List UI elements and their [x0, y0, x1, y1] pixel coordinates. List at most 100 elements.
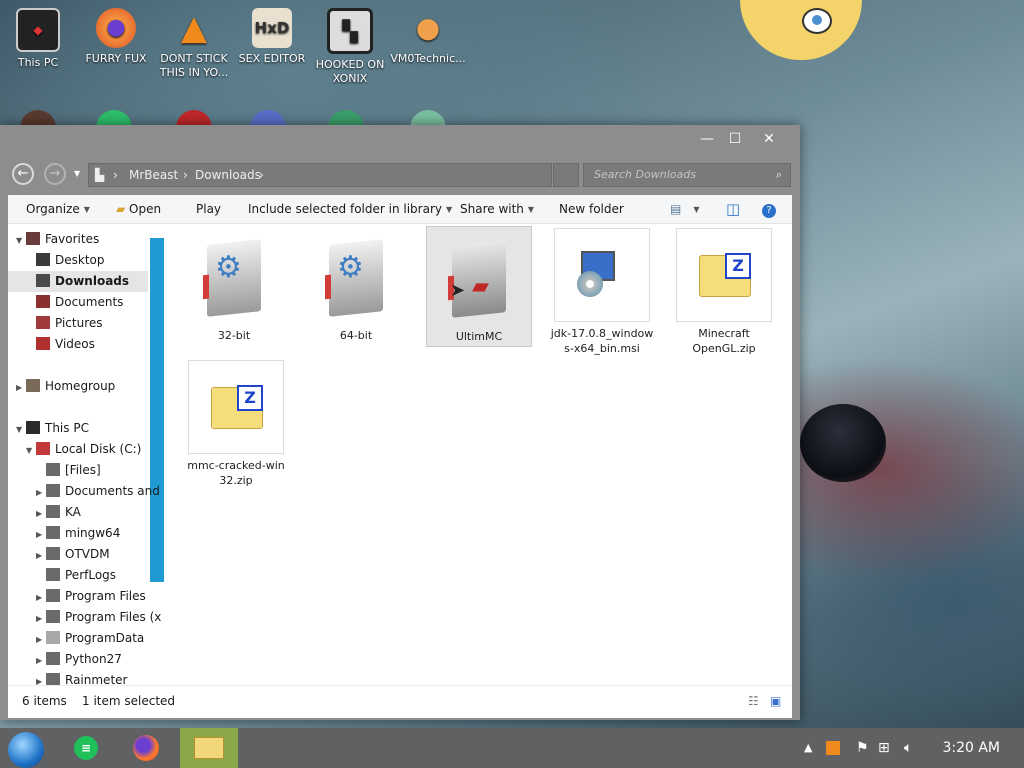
back-button[interactable]: ← [12, 163, 34, 185]
wallpaper-cartoon-character [740, 0, 862, 60]
drive-icon [36, 442, 50, 455]
star-icon [26, 232, 40, 245]
tree-item-ka[interactable]: ▶ KA [36, 502, 156, 523]
desktop-icon-hooked-on-xonix[interactable]: ▚ HOOKED ON XONIX [312, 2, 388, 86]
monitor-icon: ◆ [16, 8, 60, 52]
open-button[interactable]: ▰ Open [116, 195, 161, 223]
play-button[interactable]: Play [196, 195, 221, 223]
tree-item-downloads[interactable]: Downloads [8, 271, 148, 292]
desktop-icon-sex-editor[interactable]: HxD SEX EDITOR [234, 2, 310, 66]
network-icon[interactable]: ⊞ [878, 728, 890, 768]
tree-item-pictures[interactable]: Pictures [36, 313, 146, 334]
hxd-editor-icon: HxD [252, 8, 292, 48]
close-button[interactable]: ✕ [754, 129, 784, 149]
tree-item-local-disk[interactable]: ▼ Local Disk (C:) [26, 439, 156, 460]
preview-pane-icon[interactable]: ◫ [726, 195, 740, 223]
tree-item-documents[interactable]: Documents [36, 292, 146, 313]
folder-icon [46, 526, 60, 539]
file-item-minecraft-opengl-zip[interactable]: Z Minecraft OpenGL.zip [672, 228, 776, 356]
share-with-button[interactable]: Share with ▼ [460, 195, 534, 223]
tree-item-files[interactable]: [Files] [36, 460, 156, 481]
help-icon[interactable]: ? [762, 195, 776, 223]
recent-locations-icon[interactable]: ▼ [74, 169, 80, 178]
new-folder-button[interactable]: New folder [559, 195, 624, 223]
view-icon: ▤ [670, 202, 682, 216]
file-item-64-bit[interactable]: ⚙ 64-bit [304, 232, 408, 343]
tree-item-homegroup[interactable]: ▶ Homegroup [16, 376, 146, 397]
zip-z-icon: Z [237, 385, 263, 411]
desktop-icon-this-pc[interactable]: ◆ This PC [0, 2, 76, 70]
folder-icon [46, 484, 60, 497]
file-item-jdk-msi[interactable]: jdk-17.0.8_windows-x64_bin.msi [550, 228, 654, 356]
tree-item-rainmeter[interactable]: ▶ Rainmeter [36, 670, 156, 685]
folder-icon [46, 505, 60, 518]
breadcrumb-downloads[interactable]: Downloads [195, 164, 261, 186]
include-in-library-button[interactable]: Include selected folder in library ▼ [248, 195, 452, 223]
tree-item-mingw64[interactable]: ▶ mingw64 [36, 523, 156, 544]
desktop-icon [36, 253, 50, 266]
breadcrumb-mrbeast[interactable]: MrBeast [129, 164, 178, 186]
folder-icon [46, 610, 60, 623]
xonix-game-icon: ▚ [327, 8, 373, 54]
desktop-icon-vm0technic[interactable]: ● VM0Technic... [390, 2, 466, 66]
taskbar-app-firefox[interactable] [120, 728, 172, 768]
homegroup-icon [26, 379, 40, 392]
action-center-flag-icon[interactable]: ⚑ [856, 728, 869, 768]
title-bar[interactable]: — ☐ ✕ [0, 125, 800, 157]
tree-item-otvdm[interactable]: ▶ OTVDM [36, 544, 156, 565]
gear-icon: ⚙ [215, 250, 242, 285]
tree-item-program-files-x86[interactable]: ▶ Program Files (x [36, 607, 161, 628]
maximize-button[interactable]: ☐ [720, 129, 750, 149]
tree-item-this-pc[interactable]: ▼ This PC [16, 418, 146, 439]
start-button[interactable] [8, 732, 44, 768]
change-view-button[interactable]: ▤ ▼ [670, 195, 700, 223]
details-view-icon[interactable]: ☷ [748, 686, 759, 716]
organize-button[interactable]: Organize ▼ [26, 195, 90, 223]
folder-icon [46, 589, 60, 602]
taskbar-app-sheets[interactable]: ≡ [60, 728, 112, 768]
tree-item-favorites[interactable]: ▼ Favorites [16, 229, 146, 250]
explorer-window: — ☐ ✕ ← → ▼ ▙ › MrBeast › Downloads › Se… [0, 125, 800, 720]
search-input[interactable]: Search Downloads ⌕ [583, 163, 791, 187]
folder-icon [46, 547, 60, 560]
refresh-button[interactable] [553, 163, 579, 187]
large-icons-view-icon[interactable]: ▣ [770, 686, 781, 716]
desktop-icon-dont-stick[interactable]: ▲ DONT STICK THIS IN YO... [156, 2, 232, 80]
tree-item-perflogs[interactable]: PerfLogs [36, 565, 156, 586]
zip-z-icon: Z [725, 253, 751, 279]
volume-icon[interactable]: 🔈︎ [904, 728, 912, 768]
doctor-avatar-icon: ● [415, 11, 441, 44]
address-bar[interactable]: ▙ › MrBeast › Downloads › [88, 163, 552, 187]
taskbar: ≡ ▲ ⚑ ⊞ 🔈︎ 3:20 AM [0, 728, 1024, 768]
breadcrumb-separator: › [259, 168, 264, 182]
computer-icon [26, 421, 40, 434]
tree-item-programdata[interactable]: ▶ ProgramData [36, 628, 156, 649]
desktop-icon-furry-fux[interactable]: ● FURRY FUX [78, 2, 154, 66]
minimize-button[interactable]: — [692, 129, 722, 149]
file-list: ⚙ 32-bit ⚙ 64-bit ▰ ➤ UltimMC jdk-17.0.8_… [166, 224, 792, 685]
open-folder-icon: ▰ [116, 202, 130, 216]
tree-item-videos[interactable]: Videos [36, 334, 146, 355]
folder-icon [46, 463, 60, 476]
folder-icon [46, 673, 60, 685]
tree-item-python27[interactable]: ▶ Python27 [36, 649, 156, 670]
forward-button[interactable]: → [44, 163, 66, 185]
gear-icon: ⚙ [337, 250, 364, 285]
vlc-cone-icon: ▲ [180, 8, 208, 48]
clock[interactable]: 3:20 AM [942, 728, 1000, 768]
explorer-client-area: Organize ▼ ▰ Open Play Include selected f… [8, 195, 792, 718]
folder-icon [46, 631, 60, 644]
file-item-ultimmc[interactable]: ▰ ➤ UltimMC [426, 226, 532, 347]
tray-app-icon[interactable] [826, 728, 840, 768]
tree-item-program-files[interactable]: ▶ Program Files [36, 586, 156, 607]
taskbar-app-file-explorer[interactable] [180, 728, 238, 768]
file-item-32-bit[interactable]: ⚙ 32-bit [182, 232, 286, 343]
disc-icon [577, 271, 603, 297]
videos-icon [36, 337, 50, 350]
tree-item-documents-and[interactable]: ▶ Documents and [36, 481, 160, 502]
selection-count: 1 item selected [82, 694, 176, 708]
file-item-mmc-cracked-zip[interactable]: Z mmc-cracked-win32.zip [184, 360, 288, 488]
tray-overflow-icon[interactable]: ▲ [804, 728, 812, 768]
tree-item-desktop[interactable]: Desktop [36, 250, 146, 271]
breadcrumb-separator: › [183, 168, 188, 182]
